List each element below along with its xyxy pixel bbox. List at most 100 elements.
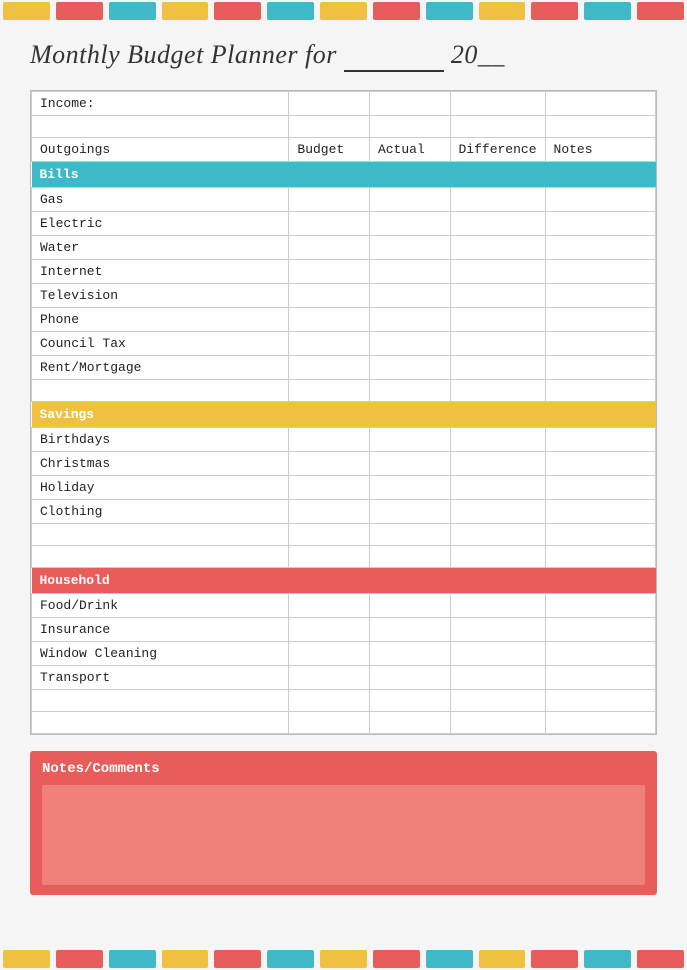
row-difference[interactable] [450,260,545,284]
row-budget[interactable] [289,212,370,236]
row-notes[interactable] [545,284,655,308]
notes-title: Notes/Comments [42,761,645,777]
row-budget[interactable] [289,356,370,380]
table-row: Holiday [32,476,656,500]
table-row: Insurance [32,618,656,642]
notes-area[interactable] [42,785,645,885]
row-notes[interactable] [545,332,655,356]
column-headers: Outgoings Budget Actual Difference Notes [32,138,656,162]
row-actual[interactable] [369,356,450,380]
row-budget[interactable] [289,428,370,452]
row-difference[interactable] [450,666,545,690]
row-notes[interactable] [545,356,655,380]
bar-seg [56,2,103,20]
row-label: Gas [32,188,289,212]
row-budget[interactable] [289,666,370,690]
row-difference[interactable] [450,332,545,356]
row-actual[interactable] [369,308,450,332]
table-row: Christmas [32,452,656,476]
header-actual: Actual [369,138,450,162]
bar-seg [109,950,156,968]
spacer [32,690,656,712]
row-difference[interactable] [450,642,545,666]
row-budget[interactable] [289,284,370,308]
row-actual[interactable] [369,666,450,690]
row-notes[interactable] [545,308,655,332]
row-difference[interactable] [450,428,545,452]
row-actual[interactable] [369,476,450,500]
row-budget[interactable] [289,236,370,260]
row-budget[interactable] [289,476,370,500]
row-actual[interactable] [369,500,450,524]
row-difference[interactable] [450,212,545,236]
row-difference[interactable] [450,188,545,212]
bar-seg [320,950,367,968]
row-notes[interactable] [545,236,655,260]
row-difference[interactable] [450,356,545,380]
row-notes[interactable] [545,476,655,500]
row-notes[interactable] [545,618,655,642]
row-difference[interactable] [450,618,545,642]
household-label: Household [32,568,656,594]
page: Monthly Budget Planner for 20__ Income: [0,0,687,970]
row-actual[interactable] [369,212,450,236]
bar-seg [531,950,578,968]
savings-label: Savings [32,402,656,428]
row-actual[interactable] [369,332,450,356]
income-budget [289,92,370,116]
row-actual[interactable] [369,452,450,476]
bar-seg [637,2,684,20]
bar-seg [3,950,50,968]
row-actual[interactable] [369,642,450,666]
row-difference[interactable] [450,476,545,500]
bar-seg [214,950,261,968]
income-label: Income: [32,92,289,116]
row-budget[interactable] [289,332,370,356]
row-notes[interactable] [545,500,655,524]
row-notes[interactable] [545,212,655,236]
row-label: Internet [32,260,289,284]
row-label: Window Cleaning [32,642,289,666]
row-notes[interactable] [545,260,655,284]
row-label: Clothing [32,500,289,524]
row-budget[interactable] [289,618,370,642]
table-row: Electric [32,212,656,236]
row-actual[interactable] [369,236,450,260]
row-budget[interactable] [289,452,370,476]
row-budget[interactable] [289,188,370,212]
row-actual[interactable] [369,618,450,642]
row-budget[interactable] [289,260,370,284]
header-notes: Notes [545,138,655,162]
row-budget[interactable] [289,642,370,666]
row-notes[interactable] [545,666,655,690]
spacer [32,380,656,402]
row-budget[interactable] [289,308,370,332]
row-difference[interactable] [450,452,545,476]
row-difference[interactable] [450,284,545,308]
row-difference[interactable] [450,594,545,618]
row-actual[interactable] [369,428,450,452]
row-notes[interactable] [545,428,655,452]
bar-seg [162,950,209,968]
header-budget: Budget [289,138,370,162]
row-notes[interactable] [545,594,655,618]
row-notes[interactable] [545,188,655,212]
row-label: Holiday [32,476,289,500]
row-actual[interactable] [369,188,450,212]
row-notes[interactable] [545,452,655,476]
row-difference[interactable] [450,308,545,332]
row-budget[interactable] [289,594,370,618]
income-row: Income: [32,92,656,116]
row-budget[interactable] [289,500,370,524]
row-difference[interactable] [450,500,545,524]
row-notes[interactable] [545,642,655,666]
row-actual[interactable] [369,260,450,284]
row-label: Birthdays [32,428,289,452]
category-household: Household [32,568,656,594]
row-actual[interactable] [369,594,450,618]
table-row: Gas [32,188,656,212]
row-label: Water [32,236,289,260]
row-actual[interactable] [369,284,450,308]
bar-seg [56,950,103,968]
row-difference[interactable] [450,236,545,260]
